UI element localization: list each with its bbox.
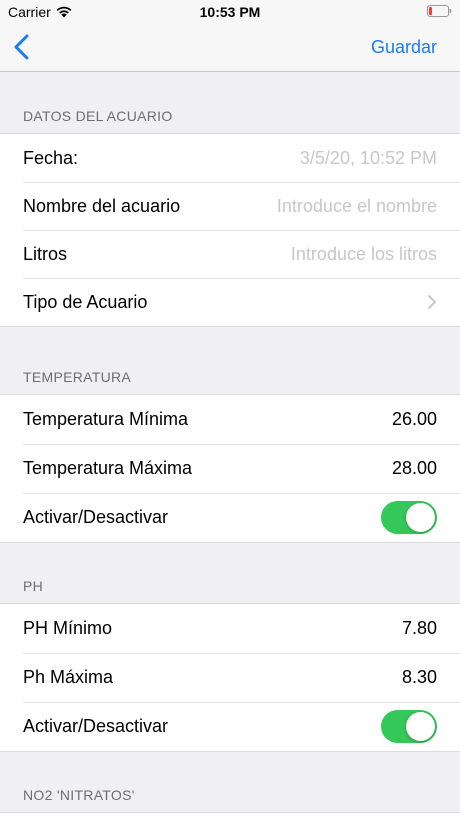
row-ph-max[interactable]: Ph Máxima 8.30 bbox=[0, 653, 460, 702]
ph-max-label: Ph Máxima bbox=[23, 667, 114, 687]
back-chevron-icon[interactable] bbox=[12, 34, 30, 60]
litros-label: Litros bbox=[23, 244, 68, 264]
clock: 10:53 PM bbox=[199, 4, 261, 20]
row-fecha[interactable]: Fecha: 3/5/20, 10:52 PM bbox=[0, 134, 460, 182]
ph-max-value[interactable]: 8.30 bbox=[402, 667, 437, 688]
row-ph-toggle: Activar/Desactivar bbox=[0, 702, 460, 751]
fecha-label: Fecha: bbox=[23, 148, 79, 168]
section-header-datos-acuario: DATOS DEL ACUARIO bbox=[23, 108, 173, 124]
row-ph-min[interactable]: PH Mínimo 7.80 bbox=[0, 604, 460, 653]
row-litros[interactable]: Litros Introduce los litros bbox=[0, 230, 460, 278]
row-temp-toggle: Activar/Desactivar bbox=[0, 493, 460, 542]
section-header-ph: PH bbox=[23, 578, 44, 594]
section-header-no2: NO2 'NITRATOS' bbox=[23, 787, 135, 803]
ph-toggle-switch[interactable] bbox=[381, 710, 437, 743]
save-button[interactable]: Guardar bbox=[371, 37, 437, 58]
group-temperatura: Temperatura Mínima 26.00 Temperatura Máx… bbox=[0, 394, 460, 543]
temp-max-label: Temperatura Máxima bbox=[23, 458, 193, 478]
temp-max-value[interactable]: 28.00 bbox=[392, 458, 437, 479]
tipo-acuario-label: Tipo de Acuario bbox=[23, 292, 148, 312]
group-datos-acuario: Fecha: 3/5/20, 10:52 PM Nombre del acuar… bbox=[0, 133, 460, 327]
temp-toggle-label: Activar/Desactivar bbox=[23, 507, 169, 527]
ph-min-label: PH Mínimo bbox=[23, 618, 113, 638]
battery-icon bbox=[427, 5, 452, 17]
row-nombre[interactable]: Nombre del acuario Introduce el nombre bbox=[0, 182, 460, 230]
navigation-bar: Guardar bbox=[0, 24, 460, 72]
row-temp-min[interactable]: Temperatura Mínima 26.00 bbox=[0, 395, 460, 444]
ph-min-value[interactable]: 7.80 bbox=[402, 618, 437, 639]
status-bar: Carrier 10:53 PM bbox=[0, 0, 460, 24]
temp-min-value[interactable]: 26.00 bbox=[392, 409, 437, 430]
fecha-value[interactable]: 3/5/20, 10:52 PM bbox=[300, 148, 437, 169]
section-header-temperatura: TEMPERATURA bbox=[23, 369, 132, 385]
group-ph: PH Mínimo 7.80 Ph Máxima 8.30 Activar/De… bbox=[0, 603, 460, 752]
row-temp-max[interactable]: Temperatura Máxima 28.00 bbox=[0, 444, 460, 493]
litros-input[interactable]: Introduce los litros bbox=[291, 244, 437, 265]
chevron-right-icon bbox=[428, 295, 436, 309]
ph-toggle-label: Activar/Desactivar bbox=[23, 716, 169, 736]
toggle-knob bbox=[406, 503, 435, 532]
nombre-input[interactable]: Introduce el nombre bbox=[277, 196, 437, 217]
nombre-label: Nombre del acuario bbox=[23, 196, 181, 216]
toggle-knob bbox=[406, 712, 435, 741]
temp-toggle-switch[interactable] bbox=[381, 501, 437, 534]
temp-min-label: Temperatura Mínima bbox=[23, 409, 189, 429]
row-tipo-acuario[interactable]: Tipo de Acuario bbox=[0, 278, 460, 326]
